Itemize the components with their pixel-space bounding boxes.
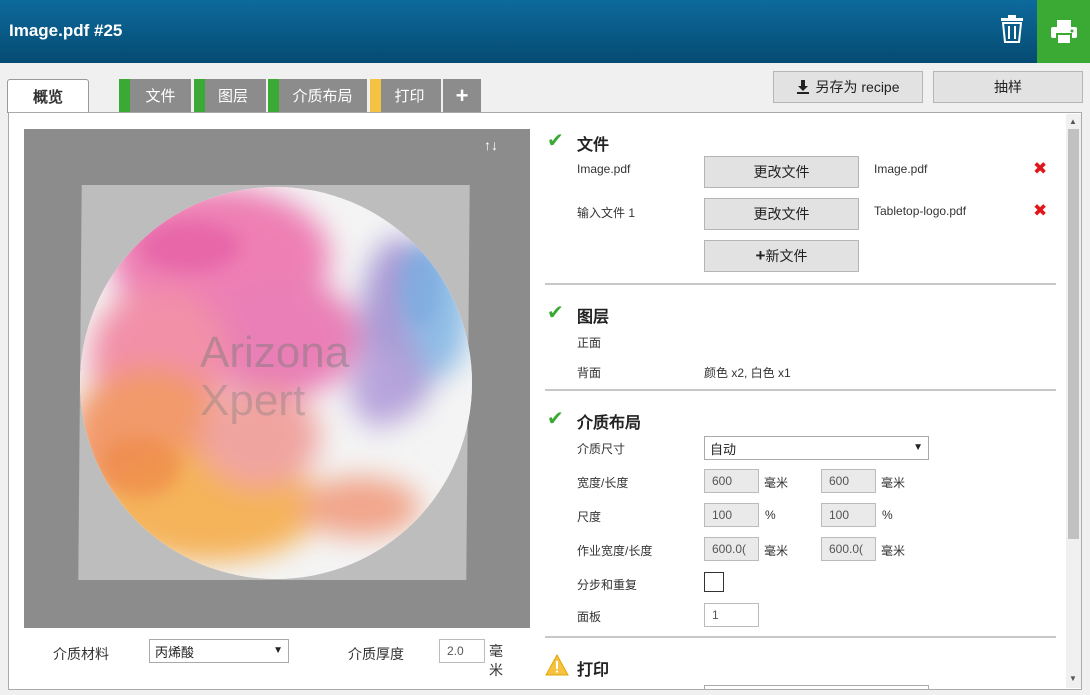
width-length-label: 宽度/长度 (577, 476, 629, 490)
back-layer-value: 颜色 x2, 白色 x1 (704, 366, 791, 380)
media-thickness-unit: 毫 米 (489, 643, 503, 678)
scale-label: 尺度 (577, 510, 602, 524)
unit-label: 毫米 (881, 476, 906, 490)
save-as-recipe-button[interactable]: 另存为 recipe (773, 71, 923, 103)
step-repeat-label: 分步和重复 (577, 578, 638, 592)
check-icon: ✔ (547, 130, 564, 152)
print-button[interactable] (1037, 0, 1090, 63)
file-name: Tabletop-logo.pdf (874, 204, 967, 218)
width-input[interactable]: 600 (704, 469, 759, 493)
media-thickness-input[interactable]: 2.0 (439, 639, 485, 663)
length-input[interactable]: 600 (821, 469, 876, 493)
scrollbar-thumb[interactable] (1068, 129, 1079, 539)
trash-icon[interactable] (1000, 15, 1024, 43)
tab-status-stripe (119, 79, 130, 112)
download-icon (797, 80, 810, 94)
file-label: Image.pdf (577, 162, 631, 176)
scale-y-input[interactable]: 100 (821, 503, 876, 527)
files-section-title: 文件 (577, 137, 610, 154)
media-layout-section-title: 介质布局 (577, 415, 642, 432)
chevron-down-icon: ▼ (273, 645, 283, 656)
tab-label: 打印 (394, 88, 425, 105)
title-bar: Image.pdf #25 (0, 0, 1090, 63)
tab-label: 文件 (145, 88, 176, 105)
remove-file-icon[interactable]: ✖ (1033, 159, 1047, 179)
media-size-value: 自动 (710, 441, 737, 457)
unit-label: 毫米 (881, 544, 906, 558)
chevron-down-icon: ▼ (913, 442, 923, 453)
layers-section-title: 图层 (577, 309, 610, 326)
media-material-value: 丙烯酸 (155, 644, 195, 660)
unit-label: 毫米 (764, 476, 789, 490)
step-repeat-checkbox[interactable] (704, 572, 724, 592)
watermark-text: Arizona (200, 328, 350, 377)
panel-input[interactable]: 1 (704, 603, 759, 627)
change-file-button[interactable]: 更改文件 (704, 156, 859, 188)
save-as-recipe-label: 另存为 recipe (815, 79, 900, 95)
scroll-down-icon[interactable]: ▼ (1069, 674, 1077, 683)
warning-icon (545, 654, 569, 676)
new-file-button[interactable]: + 新文件 (704, 240, 859, 272)
sample-button[interactable]: 抽样 (933, 71, 1083, 103)
preview-image: Arizona Xpert (80, 187, 472, 579)
scroll-up-icon[interactable]: ▲ (1069, 117, 1077, 126)
panel-label: 面板 (577, 610, 602, 624)
file-name: Image.pdf (874, 162, 928, 176)
new-file-label: 新文件 (765, 248, 808, 264)
section-divider (545, 283, 1056, 285)
front-layer-label: 正面 (577, 336, 602, 350)
tab-files[interactable]: 文件 (119, 79, 191, 112)
check-icon: ✔ (547, 408, 564, 430)
tab-media-layout[interactable]: 介质布局 (268, 79, 367, 112)
tab-label: 介质布局 (292, 88, 353, 105)
media-size-label: 介质尺寸 (577, 442, 626, 456)
tab-status-stripe (268, 79, 279, 112)
job-width-input[interactable]: 600.0( (704, 537, 759, 561)
back-layer-label: 背面 (577, 366, 602, 380)
media-material-label: 介质材料 (53, 646, 109, 662)
file-label: 输入文件 1 (577, 206, 636, 220)
printer-icon (1050, 19, 1077, 45)
scale-x-input[interactable]: 100 (704, 503, 759, 527)
window-title: Image.pdf #25 (9, 21, 123, 40)
print-section-title: 打印 (577, 662, 610, 679)
tab-status-stripe (370, 79, 381, 112)
move-layer-arrows[interactable]: ↑↓ (484, 137, 498, 153)
print-preview[interactable]: Arizona Xpert (24, 129, 530, 628)
remove-file-icon[interactable]: ✖ (1033, 201, 1047, 221)
watermark-text: Xpert (200, 376, 305, 425)
print-mode-select[interactable] (704, 685, 929, 689)
change-file-button[interactable]: 更改文件 (704, 198, 859, 230)
media-material-select[interactable]: 丙烯酸 ▼ (149, 639, 289, 663)
check-icon: ✔ (547, 302, 564, 324)
add-tab-button[interactable]: + (443, 79, 481, 112)
section-divider (545, 636, 1056, 638)
tab-overview[interactable]: 概览 (7, 79, 89, 113)
media-size-select[interactable]: 自动 ▼ (704, 436, 929, 460)
tab-print[interactable]: 打印 (370, 79, 441, 112)
unit-label: % (882, 508, 893, 522)
job-width-length-label: 作业宽度/长度 (577, 544, 653, 558)
job-length-input[interactable]: 600.0( (821, 537, 876, 561)
section-divider (545, 389, 1056, 391)
unit-label: 毫米 (764, 544, 789, 558)
media-thickness-label: 介质厚度 (348, 646, 404, 662)
unit-label: % (765, 508, 776, 522)
tab-layers[interactable]: 图层 (194, 79, 266, 112)
plus-icon: + (755, 246, 766, 265)
tab-label: 图层 (217, 88, 248, 105)
tab-status-stripe (194, 79, 205, 112)
